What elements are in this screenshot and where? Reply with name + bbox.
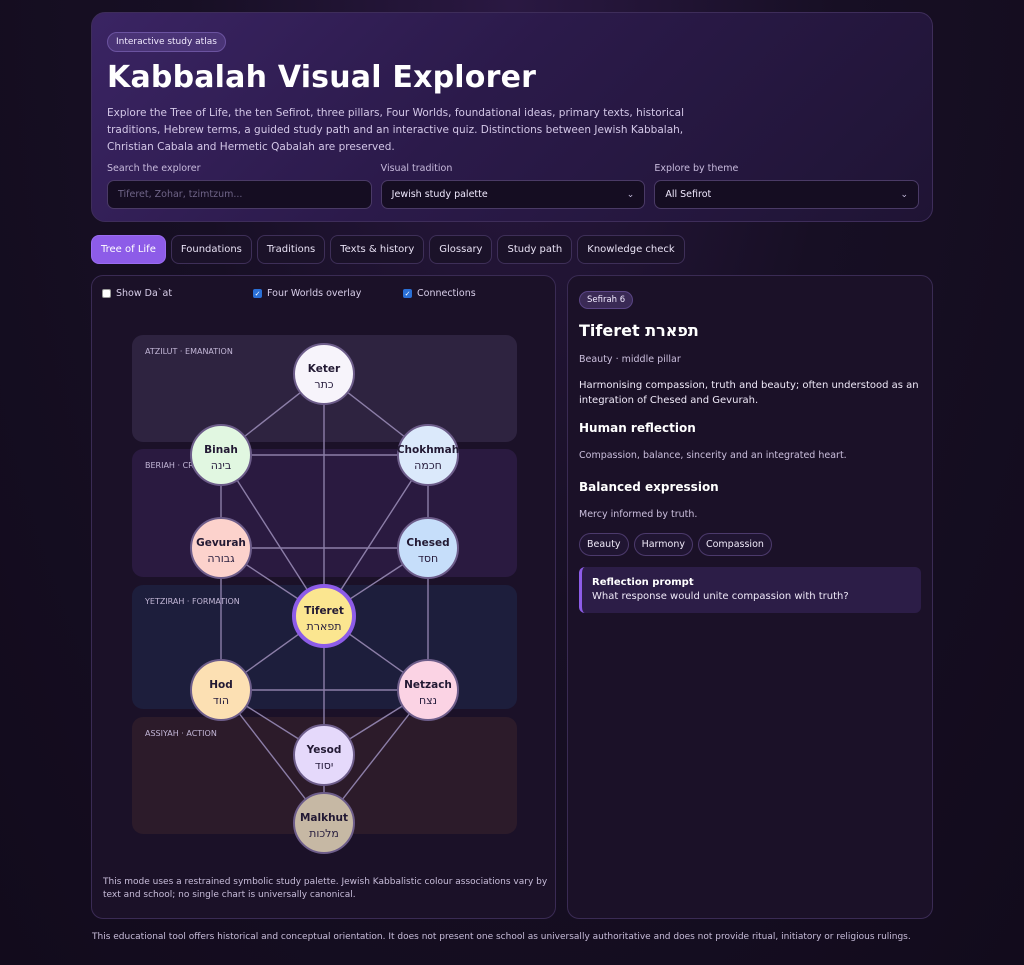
chevron-down-icon: ⌄: [900, 189, 909, 200]
search-label: Search the explorer: [107, 163, 201, 174]
tradition-select[interactable]: Jewish study palette ⌄: [380, 180, 646, 209]
reflection-prompt-title: Reflection prompt: [592, 577, 694, 588]
sefirah-name: Malkhut: [300, 812, 348, 824]
sefirah-hebrew: כתר: [314, 378, 333, 391]
search-placeholder: Tiferet, Zohar, tzimtzum...: [118, 189, 243, 200]
tradition-label: Visual tradition: [380, 163, 453, 174]
sefirah-hebrew: גבורה: [207, 552, 235, 565]
theme-value: All Sefirot: [665, 189, 712, 200]
tradition-control: Visual tradition Jewish study palette ⌄: [380, 163, 646, 209]
sefirah-subtitle: Beauty · middle pillar: [579, 354, 681, 365]
sefirah-name: Chesed: [406, 537, 449, 549]
tab-glossary[interactable]: Glossary: [429, 235, 493, 264]
tag-list: Beauty Harmony Compassion: [579, 533, 921, 556]
sefirah-node-netzach[interactable]: Netzach נצח: [397, 659, 459, 721]
hero-header: Interactive study atlas Kabbalah Visual …: [91, 12, 933, 222]
sefirah-hebrew: הוד: [213, 694, 229, 707]
sefirah-hebrew: בינה: [211, 459, 231, 472]
sefirah-hebrew: תפארת: [307, 620, 342, 633]
disclaimer-footer: This educational tool offers historical …: [92, 932, 911, 942]
sefirah-hebrew: יסוד: [315, 759, 334, 772]
sefirah-node-hod[interactable]: Hod הוד: [190, 659, 252, 721]
sefirah-hebrew: חסד: [418, 552, 438, 565]
theme-control: Explore by theme All Sefirot ⌄: [654, 163, 920, 209]
detail-panel: Sefirah 6 Tiferet תפארת Beauty · middle …: [567, 275, 933, 919]
sefirah-node-chesed[interactable]: Chesed חסד: [397, 517, 459, 579]
sefirah-name: Gevurah: [196, 537, 246, 549]
search-control: Search the explorer Tiferet, Zohar, tzim…: [107, 163, 372, 209]
reflection-prompt-text: What response would unite compassion wit…: [592, 591, 849, 602]
tab-study-path[interactable]: Study path: [497, 235, 573, 264]
sefirah-name: Binah: [204, 444, 238, 456]
sefirah-hebrew: מלכות: [309, 827, 339, 840]
world-label: ATZILUT · EMANATION: [145, 347, 233, 356]
tab-knowledge-check[interactable]: Knowledge check: [577, 235, 685, 264]
sefirah-name: Tiferet: [579, 321, 640, 340]
sefirah-node-tiferet[interactable]: Tiferet תפארת: [292, 584, 356, 648]
palette-note: This mode uses a restrained symbolic stu…: [103, 877, 548, 900]
search-input[interactable]: Tiferet, Zohar, tzimtzum...: [107, 180, 372, 209]
sefirah-hebrew: נצח: [419, 694, 437, 707]
human-reflection-text: Compassion, balance, sincerity and an in…: [579, 450, 847, 461]
sefirah-name: Yesod: [306, 744, 342, 756]
sefirah-number-badge: Sefirah 6: [579, 291, 634, 309]
world-label: YETZIRAH · FORMATION: [144, 597, 240, 606]
theme-label: Explore by theme: [654, 163, 739, 174]
world-label: ASSIYAH · ACTION: [145, 729, 217, 738]
tab-bar: Tree of Life Foundations Traditions Text…: [91, 235, 685, 264]
sefirah-name: Tiferet: [304, 605, 344, 617]
tag-harmony[interactable]: Harmony: [633, 533, 693, 556]
tradition-value: Jewish study palette: [391, 189, 488, 200]
sefirah-node-keter[interactable]: Keter כתר: [293, 343, 355, 405]
theme-select[interactable]: All Sefirot ⌄: [654, 180, 920, 209]
sefirah-title: Tiferet תפארת: [579, 321, 921, 340]
tree-of-life-diagram: ATZILUT · EMANATIONBERIAH · CREATIONYETZ…: [132, 335, 517, 854]
chevron-down-icon: ⌄: [626, 189, 635, 200]
sefirah-name: Hod: [209, 679, 233, 691]
sefirah-name: Chokhmah: [397, 444, 459, 456]
sefirah-description: Harmonising compassion, truth and beauty…: [579, 380, 919, 406]
tab-foundations[interactable]: Foundations: [170, 235, 252, 264]
tab-traditions[interactable]: Traditions: [256, 235, 326, 264]
tab-tree-of-life[interactable]: Tree of Life: [91, 235, 166, 264]
sefirah-node-yesod[interactable]: Yesod יסוד: [293, 724, 355, 786]
balanced-expression-text: Mercy informed by truth.: [579, 509, 698, 520]
human-reflection-heading: Human reflection: [579, 421, 696, 435]
balanced-expression-heading: Balanced expression: [579, 480, 719, 494]
header-badge: Interactive study atlas: [107, 32, 226, 52]
sefirah-name: Keter: [308, 363, 341, 375]
tree-panel: Show Da`at ✓ Four Worlds overlay ✓ Conne…: [91, 275, 556, 919]
tag-beauty[interactable]: Beauty: [579, 533, 629, 556]
sefirah-node-malkhut[interactable]: Malkhut מלכות: [293, 792, 355, 854]
tab-texts-history[interactable]: Texts & history: [330, 235, 425, 264]
sefirah-node-gevurah[interactable]: Gevurah גבורה: [190, 517, 252, 579]
reflection-prompt: Reflection prompt What response would un…: [579, 567, 921, 613]
sefirah-node-chokhmah[interactable]: Chokhmah חכמה: [397, 424, 459, 486]
sefirah-hebrew: תפארת: [645, 321, 699, 340]
sefirah-hebrew: חכמה: [414, 459, 442, 472]
tag-compassion[interactable]: Compassion: [697, 533, 772, 556]
intro-text: Explore the Tree of Life, the ten Sefiro…: [107, 107, 685, 153]
page-title: Kabbalah Visual Explorer: [107, 60, 537, 95]
sefirah-name: Netzach: [404, 679, 452, 691]
sefirah-node-binah[interactable]: Binah בינה: [190, 424, 252, 486]
controls-row: Search the explorer Tiferet, Zohar, tzim…: [107, 163, 920, 209]
